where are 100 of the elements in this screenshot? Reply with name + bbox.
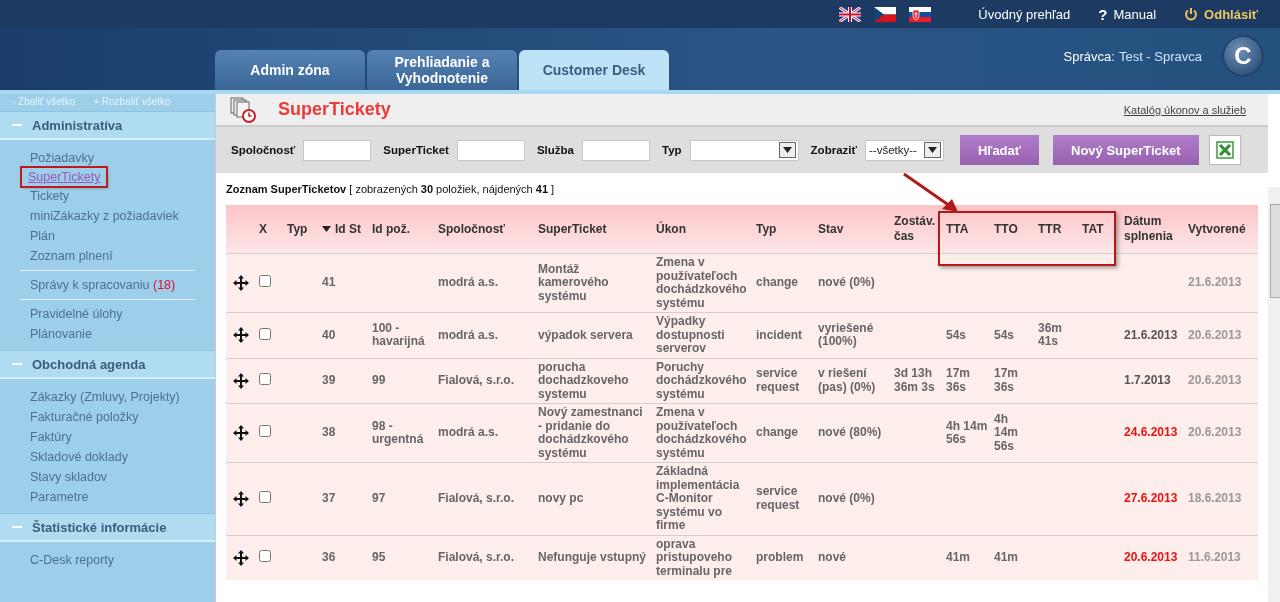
table-cell: problem: [756, 550, 804, 564]
power-icon: [1184, 7, 1199, 21]
sidebar-item[interactable]: Plánovanie: [0, 324, 122, 344]
table-cell: Zmena v používateľoch dochádzkového systému: [656, 405, 747, 460]
filter-dropdown[interactable]: --všetky--: [865, 139, 944, 161]
sidebar-item[interactable]: Pravidelné úlohy: [0, 304, 153, 324]
sidebar-item[interactable]: Skladové doklady: [0, 447, 158, 467]
excel-export-button[interactable]: [1208, 135, 1241, 165]
row-checkbox[interactable]: [259, 425, 271, 438]
table-cell: 3d 13h 36m 3s: [894, 366, 935, 394]
filter-label: Služba: [536, 144, 574, 156]
spreadsheet-icon: [1215, 141, 1234, 159]
sidebar-item[interactable]: Zákazky (Zmluvy, Projekty): [0, 387, 210, 407]
column-header[interactable]: Spoločnosť: [435, 205, 535, 254]
table-cell: Poruchy dochádzkového systému: [656, 359, 747, 401]
sidebar-item[interactable]: Faktúry: [0, 427, 102, 447]
table-cell: Fialová, s.r.o.: [438, 373, 515, 387]
column-header[interactable]: Id pož.: [369, 205, 435, 254]
column-header[interactable]: Typ: [753, 205, 815, 254]
column-header[interactable]: TAT: [1079, 205, 1121, 254]
table-cell: Zmena v používateľoch dochádzkového systému: [656, 255, 747, 310]
filter-field[interactable]: [303, 139, 372, 161]
language-flag[interactable]: [839, 6, 862, 22]
column-header[interactable]: X: [256, 205, 284, 254]
manual-link[interactable]: ? Manual: [1098, 5, 1157, 23]
nav-tab[interactable]: Admin zóna: [215, 50, 365, 90]
language-flag[interactable]: [874, 6, 897, 22]
table-cell: 39: [322, 373, 336, 387]
nav-tab[interactable]: Prehliadanie a Vyhodnotenie: [367, 50, 517, 90]
due-date: 24.6.2013: [1124, 425, 1178, 440]
sidebar-item[interactable]: Požiadavky: [0, 148, 124, 168]
home-link[interactable]: Úvodný prehľad: [978, 6, 1071, 22]
column-header[interactable]: Dátum splnenia: [1121, 205, 1185, 254]
row-checkbox[interactable]: [259, 550, 271, 562]
created-date: 18.6.2013: [1188, 491, 1242, 505]
column-header[interactable]: TTA: [943, 205, 991, 254]
sidebar-item[interactable]: Správy k spracovaniu (18): [0, 275, 206, 295]
table-cell: v riešení (pas) (0%): [818, 366, 876, 394]
column-header[interactable]: SuperTicket: [535, 205, 653, 254]
section-header[interactable]: Obchodná agenda: [0, 350, 215, 379]
table-cell: 37: [322, 491, 336, 505]
sidebar-item[interactable]: Stavy skladov: [0, 467, 138, 487]
filter-field[interactable]: [456, 139, 525, 161]
table-cell: novy pc: [538, 491, 584, 505]
user-label: Správca:: [1063, 48, 1115, 64]
table-cell: nové (80%): [818, 425, 882, 440]
row-checkbox[interactable]: [259, 275, 271, 288]
table-cell: 99: [372, 373, 386, 387]
column-header[interactable]: Zostáv. čas: [891, 205, 943, 254]
table-cell: Nový zamestnanci - pridanie do dochádzkového systému: [538, 405, 643, 460]
sidebar-item[interactable]: Parametre: [0, 487, 119, 507]
move-icon: [233, 275, 249, 291]
user-name: Test - Spravca: [1118, 48, 1202, 64]
sidebar-item[interactable]: C-Desk reporty: [0, 550, 145, 570]
logout-link[interactable]: Odhlásiť: [1184, 6, 1258, 22]
search-button[interactable]: Hľadať: [960, 135, 1039, 165]
filter-dropdown[interactable]: [689, 139, 799, 161]
sidebar-item[interactable]: Tickety: [0, 186, 100, 206]
row-checkbox[interactable]: [259, 327, 271, 340]
table-cell: oprava pristupoveho terminalu pre: [656, 536, 733, 578]
table-cell: 98 - urgentná: [372, 418, 424, 446]
filter-field[interactable]: [582, 139, 650, 161]
table-cell: modrá a.s.: [438, 425, 499, 440]
sidebar-item[interactable]: Fakturačné položky: [0, 407, 169, 427]
caret-icon: [928, 147, 937, 153]
table-cell: change: [756, 275, 798, 290]
column-header[interactable]: Stav: [815, 205, 891, 254]
language-flag[interactable]: [909, 6, 932, 22]
column-header[interactable]: Vytvorené: [1185, 205, 1258, 254]
table-cell: výpadok servera: [538, 327, 633, 342]
logo: C: [1224, 37, 1262, 75]
sidebar-item[interactable]: Plán: [0, 226, 86, 246]
column-header[interactable]: TTR: [1035, 205, 1079, 254]
row-checkbox[interactable]: [259, 373, 271, 385]
section-header[interactable]: Štatistické informácie: [0, 513, 215, 542]
sidebar-item[interactable]: SuperTickety: [22, 168, 107, 186]
nav-tab[interactable]: Customer Desk: [519, 50, 669, 90]
table-cell: modrá a.s.: [438, 275, 499, 290]
scrollbar[interactable]: [1268, 187, 1280, 602]
section-header[interactable]: Administratíva: [0, 111, 215, 140]
column-header[interactable]: TTO: [991, 205, 1035, 254]
table-cell: 97: [372, 491, 386, 505]
table-cell: incident: [756, 327, 802, 342]
table-cell: Nefunguje vstupný: [538, 550, 646, 564]
column-header[interactable]: Úkon: [653, 205, 753, 254]
move-icon: [233, 490, 249, 507]
column-header[interactable]: Typ: [284, 205, 319, 254]
table-cell: Základná implementácia C-Monitor systému vo firme: [656, 464, 740, 532]
column-header[interactable]: Id St: [319, 205, 369, 254]
table-cell: Výpadky dostupnosti serverov: [656, 314, 725, 355]
sidebar-item[interactable]: miniZákazky z požiadaviek: [0, 206, 209, 226]
table-cell: 17m 36s: [994, 366, 1019, 394]
new-superticket-button[interactable]: Nový SuperTicket: [1053, 135, 1199, 165]
due-date: 20.6.2013: [1124, 550, 1178, 564]
created-date: 20.6.2013: [1188, 327, 1242, 342]
due-date: 27.6.2013: [1124, 491, 1178, 505]
catalog-link[interactable]: Katalóg úkonov a služieb: [1123, 103, 1246, 116]
move-icon: [233, 425, 249, 441]
sidebar-item[interactable]: Zoznam plnení: [0, 246, 143, 266]
row-checkbox[interactable]: [259, 491, 271, 503]
